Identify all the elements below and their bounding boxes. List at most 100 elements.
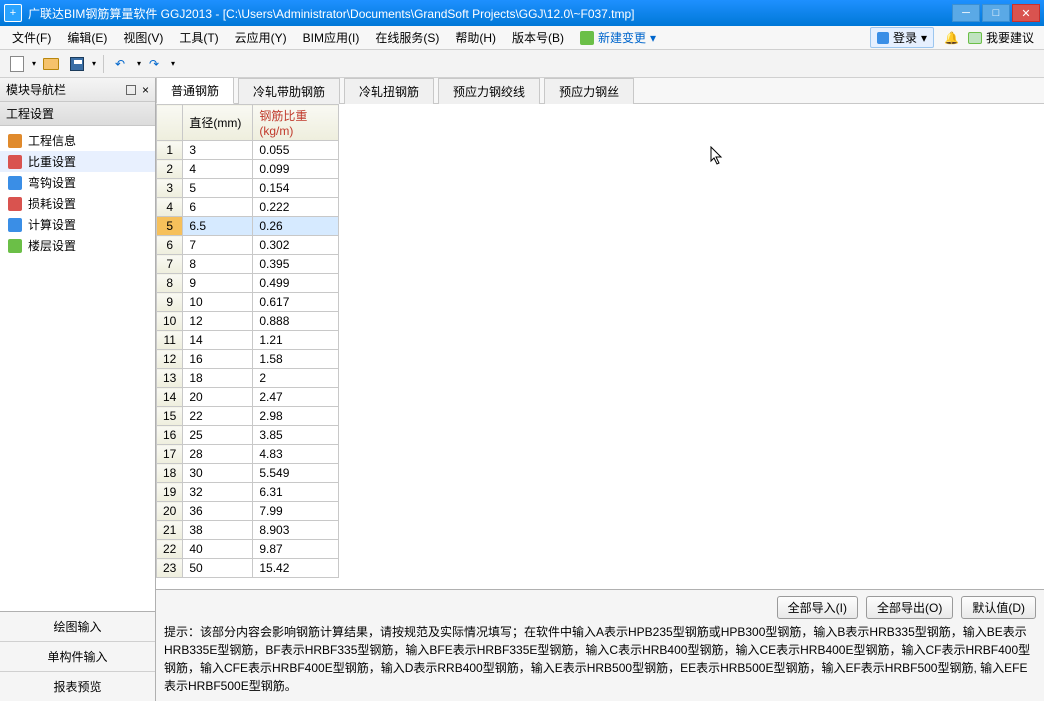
footer-button[interactable]: 全部导出(O)	[866, 596, 953, 619]
dropdown-icon[interactable]: ▾	[92, 59, 96, 68]
table-row[interactable]: 13182	[157, 369, 339, 388]
table-row[interactable]: 235015.42	[157, 559, 339, 578]
cell-diameter[interactable]: 40	[183, 540, 253, 559]
cell-diameter[interactable]: 8	[183, 255, 253, 274]
menu-item[interactable]: 在线服务(S)	[367, 27, 447, 48]
cell-diameter[interactable]: 38	[183, 521, 253, 540]
cell-weight[interactable]: 4.83	[253, 445, 339, 464]
cell-weight[interactable]: 0.26	[253, 217, 339, 236]
menu-item[interactable]: BIM应用(I)	[295, 27, 368, 48]
tree-item[interactable]: 工程信息	[0, 130, 155, 151]
cell-diameter[interactable]: 36	[183, 502, 253, 521]
bell-icon[interactable]: 🔔	[944, 31, 958, 45]
table-row[interactable]: 56.50.26	[157, 217, 339, 236]
menu-item[interactable]: 帮助(H)	[447, 27, 504, 48]
table-row[interactable]: 19326.31	[157, 483, 339, 502]
table-row[interactable]: 780.395	[157, 255, 339, 274]
cell-weight[interactable]: 9.87	[253, 540, 339, 559]
cell-weight[interactable]: 2.98	[253, 407, 339, 426]
menu-item[interactable]: 版本号(B)	[504, 27, 572, 48]
cell-diameter[interactable]: 18	[183, 369, 253, 388]
login-button[interactable]: 登录 ▾	[870, 27, 934, 48]
menu-item[interactable]: 编辑(E)	[59, 27, 115, 48]
footer-button[interactable]: 默认值(D)	[961, 596, 1036, 619]
table-row[interactable]: 240.099	[157, 160, 339, 179]
cell-diameter[interactable]: 6.5	[183, 217, 253, 236]
dropdown-icon[interactable]: ▾	[137, 59, 141, 68]
tab[interactable]: 预应力钢丝	[544, 78, 634, 104]
dropdown-icon[interactable]: ▾	[32, 59, 36, 68]
column-header[interactable]: 直径(mm)	[183, 105, 253, 141]
panel-close-icon[interactable]: ×	[142, 83, 149, 97]
table-row[interactable]: 350.154	[157, 179, 339, 198]
bottom-tab[interactable]: 绘图输入	[0, 612, 155, 642]
table-row[interactable]: 20367.99	[157, 502, 339, 521]
table-row[interactable]: 18305.549	[157, 464, 339, 483]
cell-diameter[interactable]: 5	[183, 179, 253, 198]
table-row[interactable]: 670.302	[157, 236, 339, 255]
cell-weight[interactable]: 2.47	[253, 388, 339, 407]
table-row[interactable]: 12161.58	[157, 350, 339, 369]
table-row[interactable]: 15222.98	[157, 407, 339, 426]
tab[interactable]: 普通钢筋	[156, 77, 234, 104]
cell-diameter[interactable]: 10	[183, 293, 253, 312]
tree-item[interactable]: 比重设置	[0, 151, 155, 172]
minimize-button[interactable]: ─	[952, 4, 980, 22]
table-row[interactable]: 16253.85	[157, 426, 339, 445]
cell-weight[interactable]: 0.055	[253, 141, 339, 160]
tree-item[interactable]: 弯钩设置	[0, 172, 155, 193]
pin-icon[interactable]	[126, 85, 136, 95]
cell-diameter[interactable]: 28	[183, 445, 253, 464]
cell-diameter[interactable]: 4	[183, 160, 253, 179]
table-row[interactable]: 17284.83	[157, 445, 339, 464]
cell-weight[interactable]: 2	[253, 369, 339, 388]
tab[interactable]: 冷轧带肋钢筋	[238, 78, 340, 104]
bottom-tab[interactable]: 报表预览	[0, 672, 155, 701]
cell-diameter[interactable]: 22	[183, 407, 253, 426]
cell-weight[interactable]: 5.549	[253, 464, 339, 483]
cell-diameter[interactable]: 6	[183, 198, 253, 217]
cell-diameter[interactable]: 9	[183, 274, 253, 293]
cell-weight[interactable]: 0.395	[253, 255, 339, 274]
menu-item[interactable]: 云应用(Y)	[227, 27, 295, 48]
cell-weight[interactable]: 0.888	[253, 312, 339, 331]
suggest-button[interactable]: 我要建议	[968, 29, 1034, 46]
cell-diameter[interactable]: 20	[183, 388, 253, 407]
cell-weight[interactable]: 8.903	[253, 521, 339, 540]
tree-item[interactable]: 楼层设置	[0, 235, 155, 256]
cell-diameter[interactable]: 30	[183, 464, 253, 483]
cell-diameter[interactable]: 3	[183, 141, 253, 160]
tab[interactable]: 预应力钢绞线	[438, 78, 540, 104]
cell-diameter[interactable]: 25	[183, 426, 253, 445]
table-row[interactable]: 22409.87	[157, 540, 339, 559]
cell-weight[interactable]: 6.31	[253, 483, 339, 502]
cell-diameter[interactable]: 14	[183, 331, 253, 350]
open-button[interactable]	[40, 53, 62, 75]
cell-weight[interactable]: 7.99	[253, 502, 339, 521]
cell-weight[interactable]: 0.499	[253, 274, 339, 293]
table-row[interactable]: 14202.47	[157, 388, 339, 407]
menu-item[interactable]: 视图(V)	[115, 27, 171, 48]
tab[interactable]: 冷轧扭钢筋	[344, 78, 434, 104]
cell-weight[interactable]: 1.58	[253, 350, 339, 369]
footer-button[interactable]: 全部导入(I)	[777, 596, 858, 619]
table-row[interactable]: 21388.903	[157, 521, 339, 540]
table-row[interactable]: 890.499	[157, 274, 339, 293]
dropdown-icon[interactable]: ▾	[171, 59, 175, 68]
undo-button[interactable]: ↶	[111, 53, 133, 75]
table-row[interactable]: 9100.617	[157, 293, 339, 312]
cell-diameter[interactable]: 16	[183, 350, 253, 369]
cell-diameter[interactable]: 12	[183, 312, 253, 331]
tree-item[interactable]: 计算设置	[0, 214, 155, 235]
table-row[interactable]: 11141.21	[157, 331, 339, 350]
cell-diameter[interactable]: 7	[183, 236, 253, 255]
cell-weight[interactable]: 0.154	[253, 179, 339, 198]
rebar-grid[interactable]: 直径(mm)钢筋比重(kg/m)130.055240.099350.154460…	[156, 104, 339, 578]
table-row[interactable]: 130.055	[157, 141, 339, 160]
cell-weight[interactable]: 0.302	[253, 236, 339, 255]
cell-diameter[interactable]: 50	[183, 559, 253, 578]
column-header[interactable]: 钢筋比重(kg/m)	[253, 105, 339, 141]
cell-weight[interactable]: 0.222	[253, 198, 339, 217]
cell-weight[interactable]: 0.617	[253, 293, 339, 312]
menu-item[interactable]: 文件(F)	[4, 27, 59, 48]
